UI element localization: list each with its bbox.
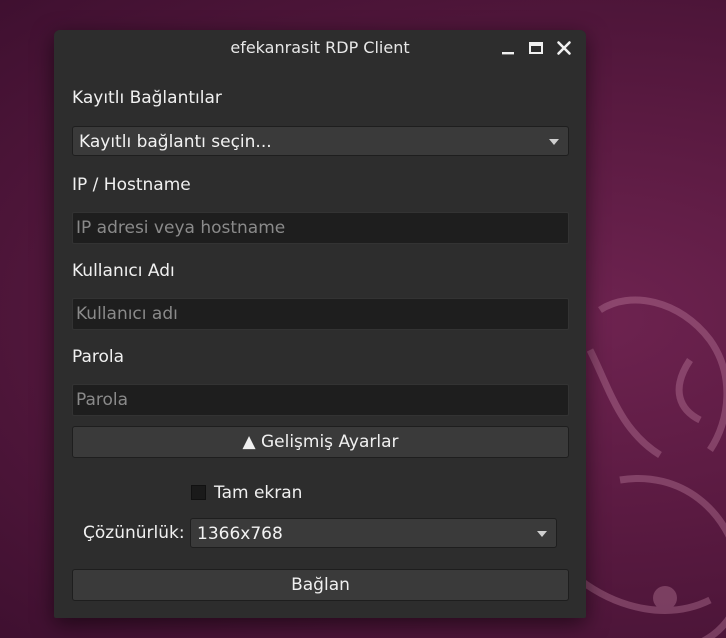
fullscreen-label: Tam ekran — [214, 483, 303, 503]
username-label: Kullanıcı Adı — [72, 261, 175, 281]
resolution-value: 1366x768 — [197, 524, 283, 544]
resolution-select[interactable]: 1366x768 — [190, 518, 557, 548]
advanced-settings-toggle-button[interactable]: ▲ Gelişmiş Ayarlar — [72, 426, 569, 458]
saved-connections-label: Kayıtlı Bağlantılar — [72, 88, 222, 108]
maximize-icon[interactable] — [526, 38, 546, 58]
chevron-down-icon — [537, 531, 547, 537]
host-label: IP / Hostname — [72, 175, 191, 195]
username-input[interactable] — [72, 298, 569, 330]
host-input[interactable] — [72, 212, 569, 244]
resolution-label: Çözünürlük: — [83, 523, 185, 543]
fullscreen-checkbox[interactable] — [191, 485, 206, 500]
saved-connections-select[interactable]: Kayıtlı bağlantı seçin... — [72, 126, 569, 156]
saved-connections-value: Kayıtlı bağlantı seçin... — [79, 132, 272, 152]
minimize-icon[interactable] — [498, 38, 518, 58]
close-icon[interactable] — [554, 38, 574, 58]
chevron-down-icon — [549, 139, 559, 145]
titlebar[interactable]: efekanrasit RDP Client — [54, 30, 586, 66]
password-label: Parola — [72, 347, 125, 367]
password-input[interactable] — [72, 384, 569, 416]
rdp-client-window: efekanrasit RDP Client Kayıtlı Bağlantıl… — [54, 30, 586, 618]
connect-button[interactable]: Bağlan — [72, 569, 569, 601]
